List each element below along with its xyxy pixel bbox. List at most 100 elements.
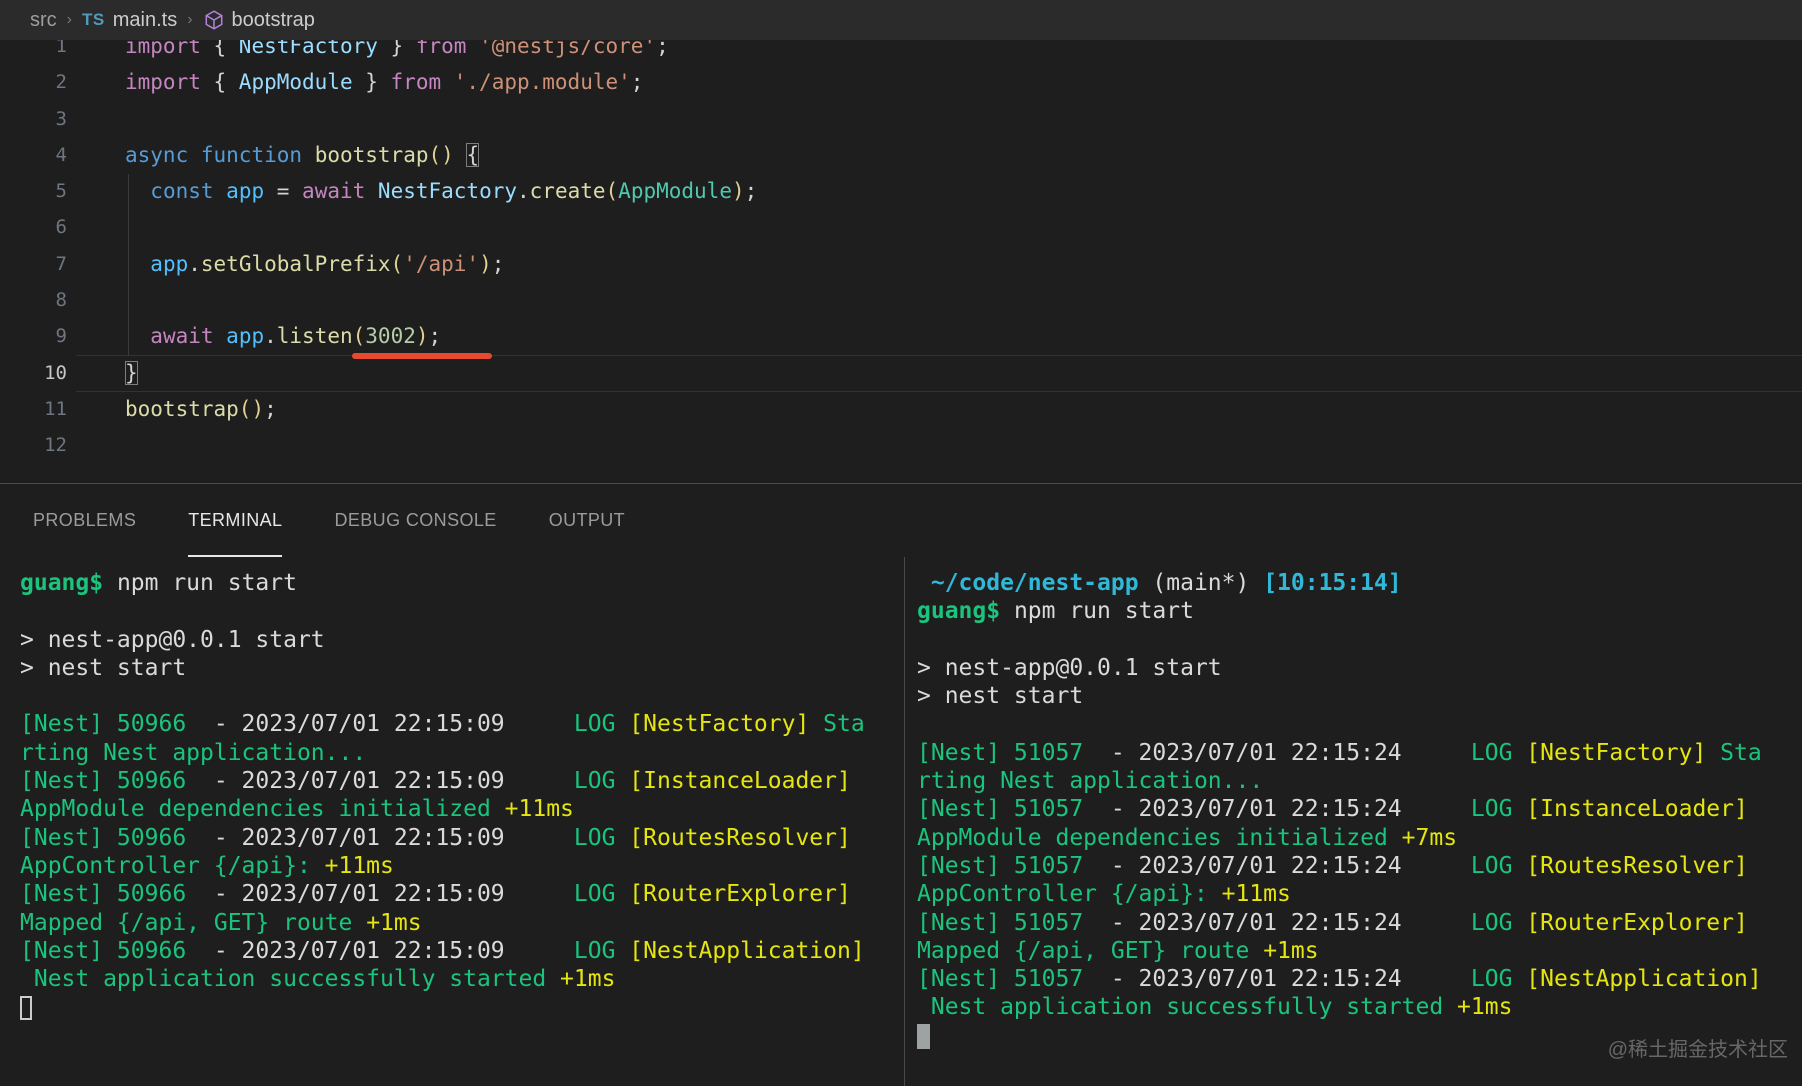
text-segment: - 2023/07/01 22:15:09	[186, 881, 574, 907]
text-segment: )	[416, 324, 429, 348]
text-segment: {	[466, 143, 479, 167]
code-line: bootstrap();	[125, 391, 757, 427]
text-segment	[454, 143, 467, 167]
text-segment: )	[479, 252, 492, 276]
text-segment: bootstrap	[315, 143, 429, 167]
text-segment: [InstanceLoader]	[629, 768, 851, 794]
text-segment: +1ms	[366, 910, 421, 936]
text-segment: listen	[277, 324, 353, 348]
terminal-row: [Nest] 50966 - 2023/07/01 22:15:09 LOG […	[20, 767, 904, 795]
text-segment: LOG	[1471, 966, 1526, 992]
breadcrumb-item-main-ts[interactable]: main.ts	[113, 9, 177, 32]
text-segment: [NestApplication]	[629, 938, 864, 964]
text-segment: AppModule	[239, 70, 353, 94]
text-segment: LOG	[1471, 740, 1526, 766]
text-segment: .	[188, 252, 201, 276]
tab-output[interactable]: OUTPUT	[549, 484, 625, 557]
code-line	[125, 209, 757, 245]
typescript-file-icon: TS	[82, 10, 105, 30]
text-segment: )	[732, 179, 745, 203]
text-segment: from	[391, 70, 442, 94]
text-segment: bootstrap	[125, 397, 239, 421]
red-underline-annotation	[352, 353, 492, 359]
terminal-row: [Nest] 51057 - 2023/07/01 22:15:24 LOG […	[917, 909, 1802, 937]
text-segment: +1ms	[1457, 994, 1512, 1020]
terminal-row: > nest start	[20, 654, 904, 682]
watermark: @稀土掘金技术社区	[1608, 1033, 1788, 1062]
terminal-row	[20, 993, 904, 1021]
text-segment: LOG	[574, 825, 629, 851]
text-segment: AppController {/api}:	[20, 853, 325, 879]
text-segment: Nest application successfully started	[917, 994, 1457, 1020]
terminal-row	[20, 597, 904, 625]
text-segment: guang$	[20, 570, 103, 596]
text-segment: await	[302, 179, 365, 203]
text-segment: LOG	[574, 881, 629, 907]
cube-icon	[203, 9, 225, 31]
terminal-row	[20, 682, 904, 710]
chevron-right-icon: ›	[187, 11, 192, 29]
text-segment: app	[226, 324, 264, 348]
terminal-row: [Nest] 50966 - 2023/07/01 22:15:09 LOG […	[20, 824, 904, 852]
tab-terminal[interactable]: TERMINAL	[188, 484, 282, 557]
line-number: 7	[0, 246, 67, 282]
terminal-pane-left[interactable]: guang$ npm run start> nest-app@0.0.1 sta…	[0, 557, 905, 1086]
terminal-row: AppController {/api}: +11ms	[20, 852, 904, 880]
text-segment: [10:15:14]	[1263, 570, 1401, 596]
terminal-row	[917, 626, 1802, 654]
terminal-row: Mapped {/api, GET} route +1ms	[917, 937, 1802, 965]
code-line: const app = await NestFactory.create(App…	[125, 173, 757, 209]
text-segment: ;	[745, 179, 758, 203]
text-segment: AppModule	[618, 179, 732, 203]
text-segment: Sta	[809, 711, 864, 737]
text-segment	[125, 179, 150, 203]
text-segment: './app.module'	[454, 70, 631, 94]
text-segment: ()	[428, 143, 453, 167]
text-segment	[125, 252, 150, 276]
terminal-cursor	[917, 1024, 930, 1049]
text-segment: ;	[631, 70, 644, 94]
text-segment: LOG	[574, 711, 629, 737]
text-segment: guang$	[917, 598, 1000, 624]
breadcrumb-item-src[interactable]: src	[30, 9, 57, 32]
breadcrumb-item-bootstrap[interactable]: bootstrap	[232, 9, 315, 32]
text-segment: [Nest] 51057	[917, 796, 1083, 822]
terminal-pane-right[interactable]: ~/code/nest-app (main*) [10:15:14]guang$…	[905, 557, 1802, 1086]
text-segment: [Nest] 50966	[20, 881, 186, 907]
text-segment: LOG	[1471, 910, 1526, 936]
line-number: 12	[0, 427, 67, 463]
text-segment: function	[201, 143, 302, 167]
text-segment: .	[517, 179, 530, 203]
text-segment: AppController {/api}:	[917, 881, 1222, 907]
text-segment: (	[353, 324, 366, 348]
text-segment: - 2023/07/01 22:15:09	[186, 711, 574, 737]
text-segment: npm run start	[1000, 598, 1194, 624]
tab-problems[interactable]: PROBLEMS	[33, 484, 136, 557]
code-line: app.setGlobalPrefix('/api');	[125, 246, 757, 282]
panel-resize-handle[interactable]	[0, 483, 1802, 484]
text-segment: [RoutesResolver]	[1526, 853, 1748, 879]
text-segment: Nest application successfully started	[20, 966, 560, 992]
text-segment: 3002	[365, 324, 416, 348]
tab-debug-console[interactable]: DEBUG CONSOLE	[334, 484, 496, 557]
text-segment: ;	[429, 324, 442, 348]
text-segment: await	[150, 324, 213, 348]
text-segment: Mapped {/api, GET} route	[20, 910, 366, 936]
bottom-panel: PROBLEMS TERMINAL DEBUG CONSOLE OUTPUT guan…	[0, 484, 1802, 1086]
breadcrumb: src › TS main.ts › bootstrap	[0, 0, 1802, 40]
text-segment: - 2023/07/01 22:15:24	[1083, 910, 1471, 936]
text-segment	[188, 143, 201, 167]
text-segment: +11ms	[325, 853, 394, 879]
text-segment: AppModule dependencies initialized	[917, 825, 1402, 851]
terminal-row: AppModule dependencies initialized +11ms	[20, 795, 904, 823]
text-segment: [Nest] 50966	[20, 768, 186, 794]
text-segment: LOG	[1471, 853, 1526, 879]
text-segment: > nest-app@0.0.1 start	[20, 627, 325, 653]
text-segment: - 2023/07/01 22:15:24	[1083, 740, 1471, 766]
code-editor[interactable]: 123456789101112 import { NestFactory } f…	[0, 0, 1802, 483]
text-segment: +7ms	[1402, 825, 1457, 851]
vscode-window: 123456789101112 import { NestFactory } f…	[0, 0, 1802, 1086]
text-segment: (main*)	[1139, 570, 1264, 596]
panel-tabbar: PROBLEMS TERMINAL DEBUG CONSOLE OUTPUT	[0, 484, 1802, 557]
line-number: 6	[0, 209, 67, 245]
